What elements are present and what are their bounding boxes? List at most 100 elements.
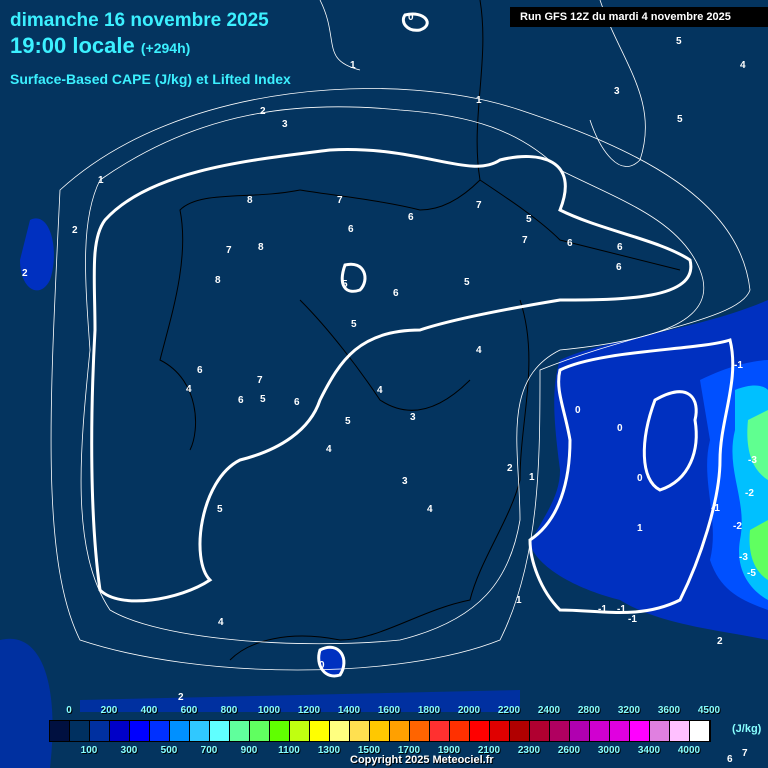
legend-label: 900 [240,745,258,756]
legend-swatch [670,721,690,741]
legend-swatch [430,721,450,741]
legend-swatch [650,721,670,741]
contour-label: 3 [614,86,620,97]
legend-swatch [530,721,550,741]
legend-label: 700 [200,745,218,756]
contour-label: 1 [98,175,104,186]
contour-label: 5 [351,319,357,330]
contour-label: 5 [526,214,532,225]
contour-label: 0 [637,473,643,484]
legend-swatch [230,721,250,741]
contour-label: 5 [217,504,223,515]
contour-label: 5 [677,114,683,125]
contour-label: 6 [393,288,399,299]
contour-label: 6 [567,238,573,249]
contour-label: 4 [427,504,433,515]
legend-label: 4000 [677,745,701,756]
legend-swatch [470,721,490,741]
contour-label: 2 [22,268,28,279]
contour-label: 6 [727,754,733,765]
contour-label: 2 [72,225,78,236]
weather-map-view: 0151354231228877866765676655546765645433… [0,0,768,768]
contour-label: 6 [617,242,623,253]
lead-time: (+294h) [140,40,191,56]
legend-swatch [330,721,350,741]
legend-label: 1200 [297,705,321,716]
contour-label: 7 [522,235,528,246]
legend-swatch [190,721,210,741]
contour-label: 2 [717,636,723,647]
legend-swatch [310,721,330,741]
cape-fill-areas [0,218,768,768]
legend-label: 2600 [557,745,581,756]
contour-label: 7 [226,245,232,256]
legend-label: 1300 [317,745,341,756]
legend-label: 1100 [278,745,300,756]
contour-label: 0 [319,660,325,671]
contour-label: 1 [529,472,535,483]
forecast-date: dimanche 16 novembre 2025 [10,10,269,31]
legend-label: 2400 [537,705,561,716]
contour-label: 5 [345,416,351,427]
legend-label: 2300 [517,745,541,756]
contour-label: 7 [257,375,263,386]
contour-label: 8 [215,275,221,286]
legend-label: 100 [80,745,98,756]
legend-label: 1000 [257,705,281,716]
contour-label: 0 [617,423,623,434]
legend-swatch [90,721,110,741]
legend-label: 1400 [337,705,361,716]
contour-label: 8 [247,195,253,206]
legend-swatch [290,721,310,741]
contour-label: -1 [617,604,626,615]
contour-label: -1 [628,614,637,625]
model-run-label: Run GFS 12Z du mardi 4 novembre 2025 [510,7,768,27]
legend-label: 2000 [457,705,481,716]
legend-swatch [450,721,470,741]
contour-label: 4 [218,617,224,628]
contour-label: 8 [258,242,264,253]
legend-swatch [490,721,510,741]
legend-label: 3600 [657,705,681,716]
contour-label: 6 [238,395,244,406]
contour-label: -1 [711,503,720,514]
legend-swatch [590,721,610,741]
legend-swatch [270,721,290,741]
legend-label: 2200 [497,705,521,716]
legend-swatch [50,721,70,741]
legend-label: 2800 [577,705,601,716]
contour-label: 2 [260,106,266,117]
contour-label: -1 [598,604,607,615]
legend-label: 800 [220,705,238,716]
contour-label: -2 [733,521,742,532]
contour-label: 1 [637,523,643,534]
copyright: Copyright 2025 Meteociel.fr [350,754,494,766]
contour-label: 4 [476,345,482,356]
contour-label: 3 [410,412,416,423]
legend-unit: (J/kg) [732,723,762,735]
contour-label: 7 [476,200,482,211]
contour-label: -3 [739,552,748,563]
legend-label: 600 [180,705,198,716]
contour-label: 6 [197,365,203,376]
contour-label: 3 [282,119,288,130]
forecast-time: 19:00 locale (+294h) [10,33,190,59]
legend-swatch [70,721,90,741]
legend-label: 4500 [697,705,721,716]
contour-label: 4 [377,385,383,396]
contour-label: 6 [616,262,622,273]
legend-label: 200 [100,705,118,716]
legend-label: 500 [160,745,178,756]
contour-label: -5 [747,568,756,579]
legend-swatch [150,721,170,741]
contour-label: 0 [575,405,581,416]
legend-swatch [130,721,150,741]
contour-label: 6 [408,212,414,223]
contour-label: 4 [186,384,192,395]
contour-label: 1 [476,95,482,106]
legend-label: 1800 [417,705,441,716]
legend-label: 3200 [617,705,641,716]
contour-label: 4 [326,444,332,455]
cape-map: 015135423122887786676567665554676 5 645433… [0,0,768,768]
legend-swatch [570,721,590,741]
